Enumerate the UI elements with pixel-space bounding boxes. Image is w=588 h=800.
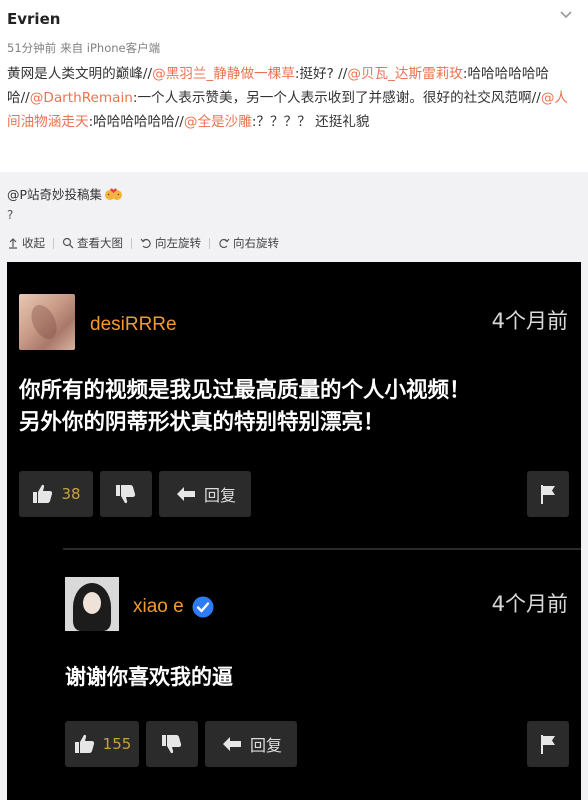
kiss-emoji-icon xyxy=(105,188,123,200)
reply-button[interactable]: 回复 xyxy=(205,721,297,767)
thumbs-up-icon xyxy=(74,734,94,753)
dislike-button[interactable] xyxy=(146,721,198,767)
report-flag-button[interactable] xyxy=(527,471,569,517)
rotate-left-icon xyxy=(140,238,151,249)
mention-link[interactable]: @贝瓦_达斯雷莉玫 xyxy=(347,66,463,82)
verified-badge-icon xyxy=(192,596,214,618)
rotate-right-icon xyxy=(219,238,230,249)
view-large-button[interactable]: 查看大图 xyxy=(62,235,123,251)
reply-arrow-icon xyxy=(176,487,195,501)
post-time: 51分钟前 xyxy=(7,41,57,55)
comment-username[interactable]: desiRRRe xyxy=(90,314,177,336)
mention-link[interactable]: @黑羽兰_静静做一棵草 xyxy=(152,66,295,82)
avatar[interactable] xyxy=(65,577,119,631)
image-toolbar: 收起 查看大图 向左旋转 向右旋转 xyxy=(7,235,279,251)
mention-link[interactable]: @全是沙雕 xyxy=(184,114,252,130)
reply-label: 回复 xyxy=(249,736,282,755)
comment-time: 4个月前 xyxy=(491,309,568,333)
thumbs-up-icon xyxy=(33,484,53,503)
mention-link[interactable]: @DarthRemain xyxy=(30,90,133,106)
avatar-face xyxy=(83,592,101,614)
comment-username[interactable]: xiao e xyxy=(133,596,184,618)
flag-icon xyxy=(541,735,555,754)
post-text-segment: :哈哈哈哈哈哈// xyxy=(88,114,184,130)
chevron-down-icon[interactable] xyxy=(558,6,574,22)
view-large-label: 查看大图 xyxy=(77,236,123,250)
repost-author[interactable]: @P站奇妙投稿集 xyxy=(7,187,102,202)
like-count: 38 xyxy=(61,485,81,503)
rotate-left-button[interactable]: 向左旋转 xyxy=(140,235,201,251)
flag-icon xyxy=(541,485,555,504)
comment-screenshot-image[interactable]: desiRRRe 4个月前 你所有的视频是我见过最高质量的个人小视频！ 另外你的… xyxy=(7,262,581,800)
avatar[interactable] xyxy=(19,294,75,350)
divider xyxy=(131,237,132,249)
post-text-segment: :一个人表示赞美，另一个人表示收到了并感谢。很好的社交风范啊// xyxy=(132,90,541,106)
rotate-left-label: 向左旋转 xyxy=(155,236,201,250)
divider xyxy=(209,237,210,249)
post-text-segment: :？？？？ 还挺礼貌 xyxy=(251,114,370,130)
comment-text: 谢谢你喜欢我的逼 xyxy=(65,665,233,689)
post-text-segment: 黄网是人类文明的巅峰// xyxy=(7,66,153,82)
post-author[interactable]: Evrien xyxy=(7,10,60,28)
collapse-label: 收起 xyxy=(22,236,45,250)
comment-text-line: 另外你的阴蒂形状真的特别特别漂亮！ xyxy=(19,410,385,435)
comment-actions: 38 回复 xyxy=(19,471,251,517)
divider xyxy=(53,237,54,249)
reply-arrow-icon xyxy=(222,737,241,751)
like-button[interactable]: 38 xyxy=(19,471,93,517)
repost-title: @P站奇妙投稿集 xyxy=(7,184,123,203)
repost-text: ? xyxy=(7,208,14,222)
reply-label: 回复 xyxy=(203,486,236,505)
post-source: 来自 iPhone客户端 xyxy=(60,41,161,55)
rotate-right-button[interactable]: 向右旋转 xyxy=(218,235,279,251)
weibo-post: Evrien 51分钟前 来自 iPhone客户端 黄网是人类文明的巅峰//@黑羽… xyxy=(0,0,588,172)
thumbs-down-icon xyxy=(162,735,182,754)
post-body: 黄网是人类文明的巅峰//@黑羽兰_静静做一棵草:挺好? //@贝瓦_达斯雷莉玫:… xyxy=(7,62,581,134)
comment-actions: 155 回复 xyxy=(65,721,297,767)
dislike-button[interactable] xyxy=(100,471,152,517)
comment-username-row: xiao e xyxy=(133,596,214,618)
thumbs-down-icon xyxy=(116,485,136,504)
comment-text: 你所有的视频是我见过最高质量的个人小视频！ 另外你的阴蒂形状真的特别特别漂亮！ xyxy=(19,375,574,439)
reply-divider xyxy=(63,548,581,550)
post-text-segment: :挺好? // xyxy=(294,66,348,82)
comment-time: 4个月前 xyxy=(491,592,568,616)
collapse-button[interactable]: 收起 xyxy=(7,235,45,251)
rotate-right-label: 向右旋转 xyxy=(233,236,279,250)
collapse-icon xyxy=(9,238,17,249)
magnifier-icon xyxy=(62,237,74,249)
post-meta: 51分钟前 来自 iPhone客户端 xyxy=(7,40,160,56)
like-button[interactable]: 155 xyxy=(65,721,139,767)
reply-button[interactable]: 回复 xyxy=(159,471,251,517)
comment-text-line: 你所有的视频是我见过最高质量的个人小视频！ xyxy=(19,378,471,403)
like-count: 155 xyxy=(102,735,132,753)
report-flag-button[interactable] xyxy=(527,721,569,767)
